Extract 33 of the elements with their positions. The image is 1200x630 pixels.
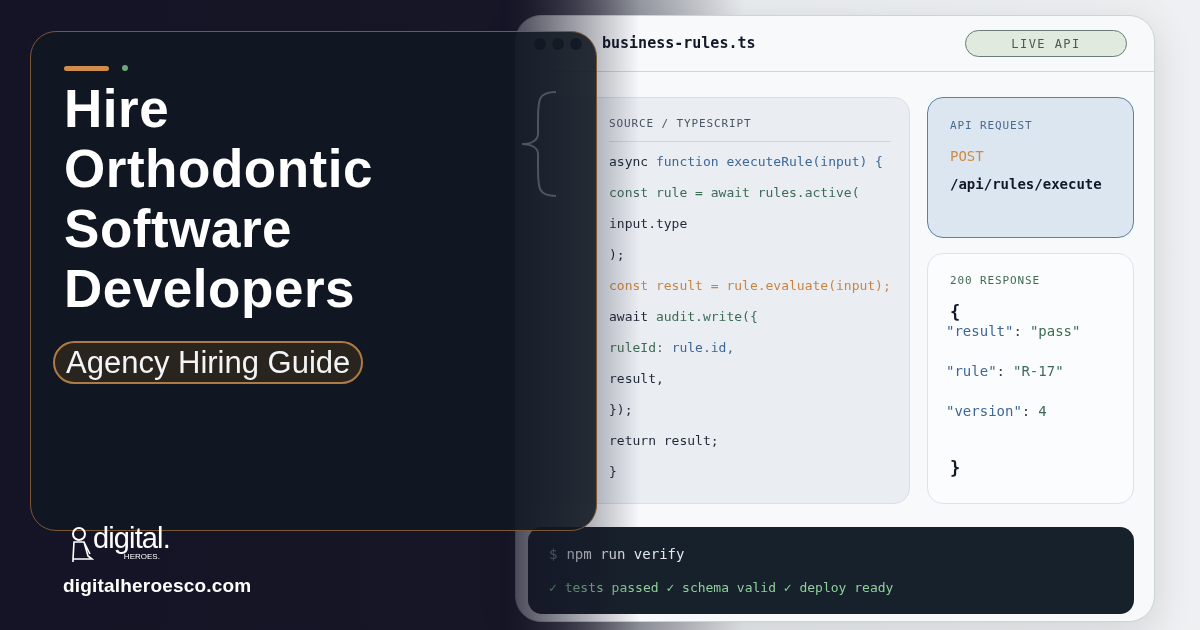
terminal-prompt: $ bbox=[549, 545, 558, 564]
terminal-output: ✓ tests passed ✓ schema valid ✓ deploy ready bbox=[549, 579, 895, 597]
json-field: "rule": "R-17" bbox=[946, 361, 1133, 382]
headline-line: Software bbox=[64, 199, 293, 259]
panel-label: API REQUEST bbox=[950, 118, 1034, 134]
code-line: const result = rule.evaluate(input); bbox=[609, 276, 891, 295]
brand-wordmark: digital. bbox=[93, 524, 170, 552]
terminal-command: npm run verify bbox=[566, 545, 685, 564]
json-field: "version": 4 bbox=[946, 401, 1133, 422]
code-line: input.type bbox=[609, 214, 689, 233]
code-line: } bbox=[609, 462, 618, 481]
code-line: ruleId: rule.id, bbox=[609, 338, 736, 357]
subtitle-pill: Agency Hiring Guide bbox=[53, 341, 364, 384]
headline-line: Developers bbox=[64, 259, 356, 319]
code-line: async function executeRule(input) { bbox=[609, 152, 884, 171]
code-line: const rule = await rules.active( bbox=[609, 183, 861, 202]
file-name: business-rules.ts bbox=[602, 33, 756, 55]
endpoint-path: /api/rules/execute bbox=[950, 175, 1103, 194]
json-brace: { bbox=[949, 303, 962, 321]
json-brace: } bbox=[949, 457, 962, 480]
http-method: POST bbox=[950, 147, 985, 166]
panel-label: SOURCE / TYPESCRIPT bbox=[609, 116, 891, 142]
panel-label: 200 RESPONSE bbox=[949, 273, 1042, 289]
website-url: digitalheroesco.com bbox=[63, 574, 252, 598]
json-field: "result": "pass" bbox=[946, 321, 1133, 342]
headline-line: Orthodontic bbox=[64, 139, 374, 199]
code-line: }); bbox=[609, 400, 634, 419]
code-line: result, bbox=[609, 369, 665, 388]
code-line: ); bbox=[609, 245, 626, 264]
live-api-badge: LIVE API bbox=[965, 30, 1127, 57]
code-line: return result; bbox=[609, 431, 720, 450]
headline-line: Hire bbox=[64, 79, 170, 139]
code-line: await audit.write({ bbox=[609, 307, 759, 326]
